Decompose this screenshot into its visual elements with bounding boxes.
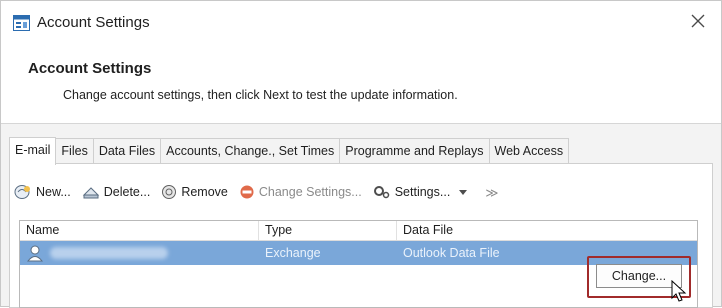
header-section: Account Settings Change account settings… [1,43,721,124]
page-subtitle: Change account settings, then click Next… [63,88,458,102]
account-type-cell: Exchange [265,246,321,260]
settings-button[interactable]: Settings... [373,184,475,200]
page-title: Account Settings [28,60,152,77]
window-title: Account Settings [37,14,150,31]
account-data-file-cell: Outlook Data File [403,246,500,260]
tab-data-files[interactable]: Data Files [92,138,162,164]
remove-button[interactable]: Remove [161,184,228,200]
delete-button-label: Delete... [103,185,151,199]
tab-files[interactable]: Files [55,138,94,164]
remove-button-label: Remove [181,185,228,199]
delete-icon [82,187,99,199]
title-bar: Account Settings [1,1,721,43]
tab-strip: E-mail Files Data Files Accounts, Change… [9,137,570,165]
change-button[interactable]: Change... [596,264,682,288]
account-name-redacted [50,247,168,259]
column-header-data-file[interactable]: Data File [397,221,453,240]
column-header-name[interactable]: Name [20,221,59,240]
toolbar: New... Delete... Remove Change Settings.… [14,178,509,206]
list-header: Name Type Data File [20,221,697,241]
tab-email[interactable]: E-mail [9,137,57,165]
overflow-chevron-icon: ≫ [485,185,499,200]
remove-icon [162,185,177,199]
gear-icon [373,186,389,199]
tab-web-access[interactable]: Web Access [488,138,570,164]
more-tools-button[interactable]: ≫ [485,185,498,200]
settings-button-label: Settings... [394,185,451,199]
new-button-label: New... [36,185,71,199]
column-header-type[interactable]: Type [259,221,292,240]
account-settings-app-icon [13,15,30,31]
change-settings-label: Change Settings... [258,185,362,199]
change-settings-button[interactable]: Change Settings... [239,184,362,200]
close-icon[interactable] [689,12,707,30]
tab-accounts-change-set-times[interactable]: Accounts, Change., Set Times [160,138,341,164]
new-button[interactable]: New... [14,184,71,200]
delete-button[interactable]: Delete... [82,184,151,200]
chevron-down-icon[interactable] [456,187,470,197]
mouse-cursor-icon [671,280,687,302]
change-settings-icon [240,185,254,199]
new-account-icon [14,185,30,199]
exchange-account-icon [27,245,43,262]
tab-programme-and-replays[interactable]: Programme and Replays [339,138,490,164]
